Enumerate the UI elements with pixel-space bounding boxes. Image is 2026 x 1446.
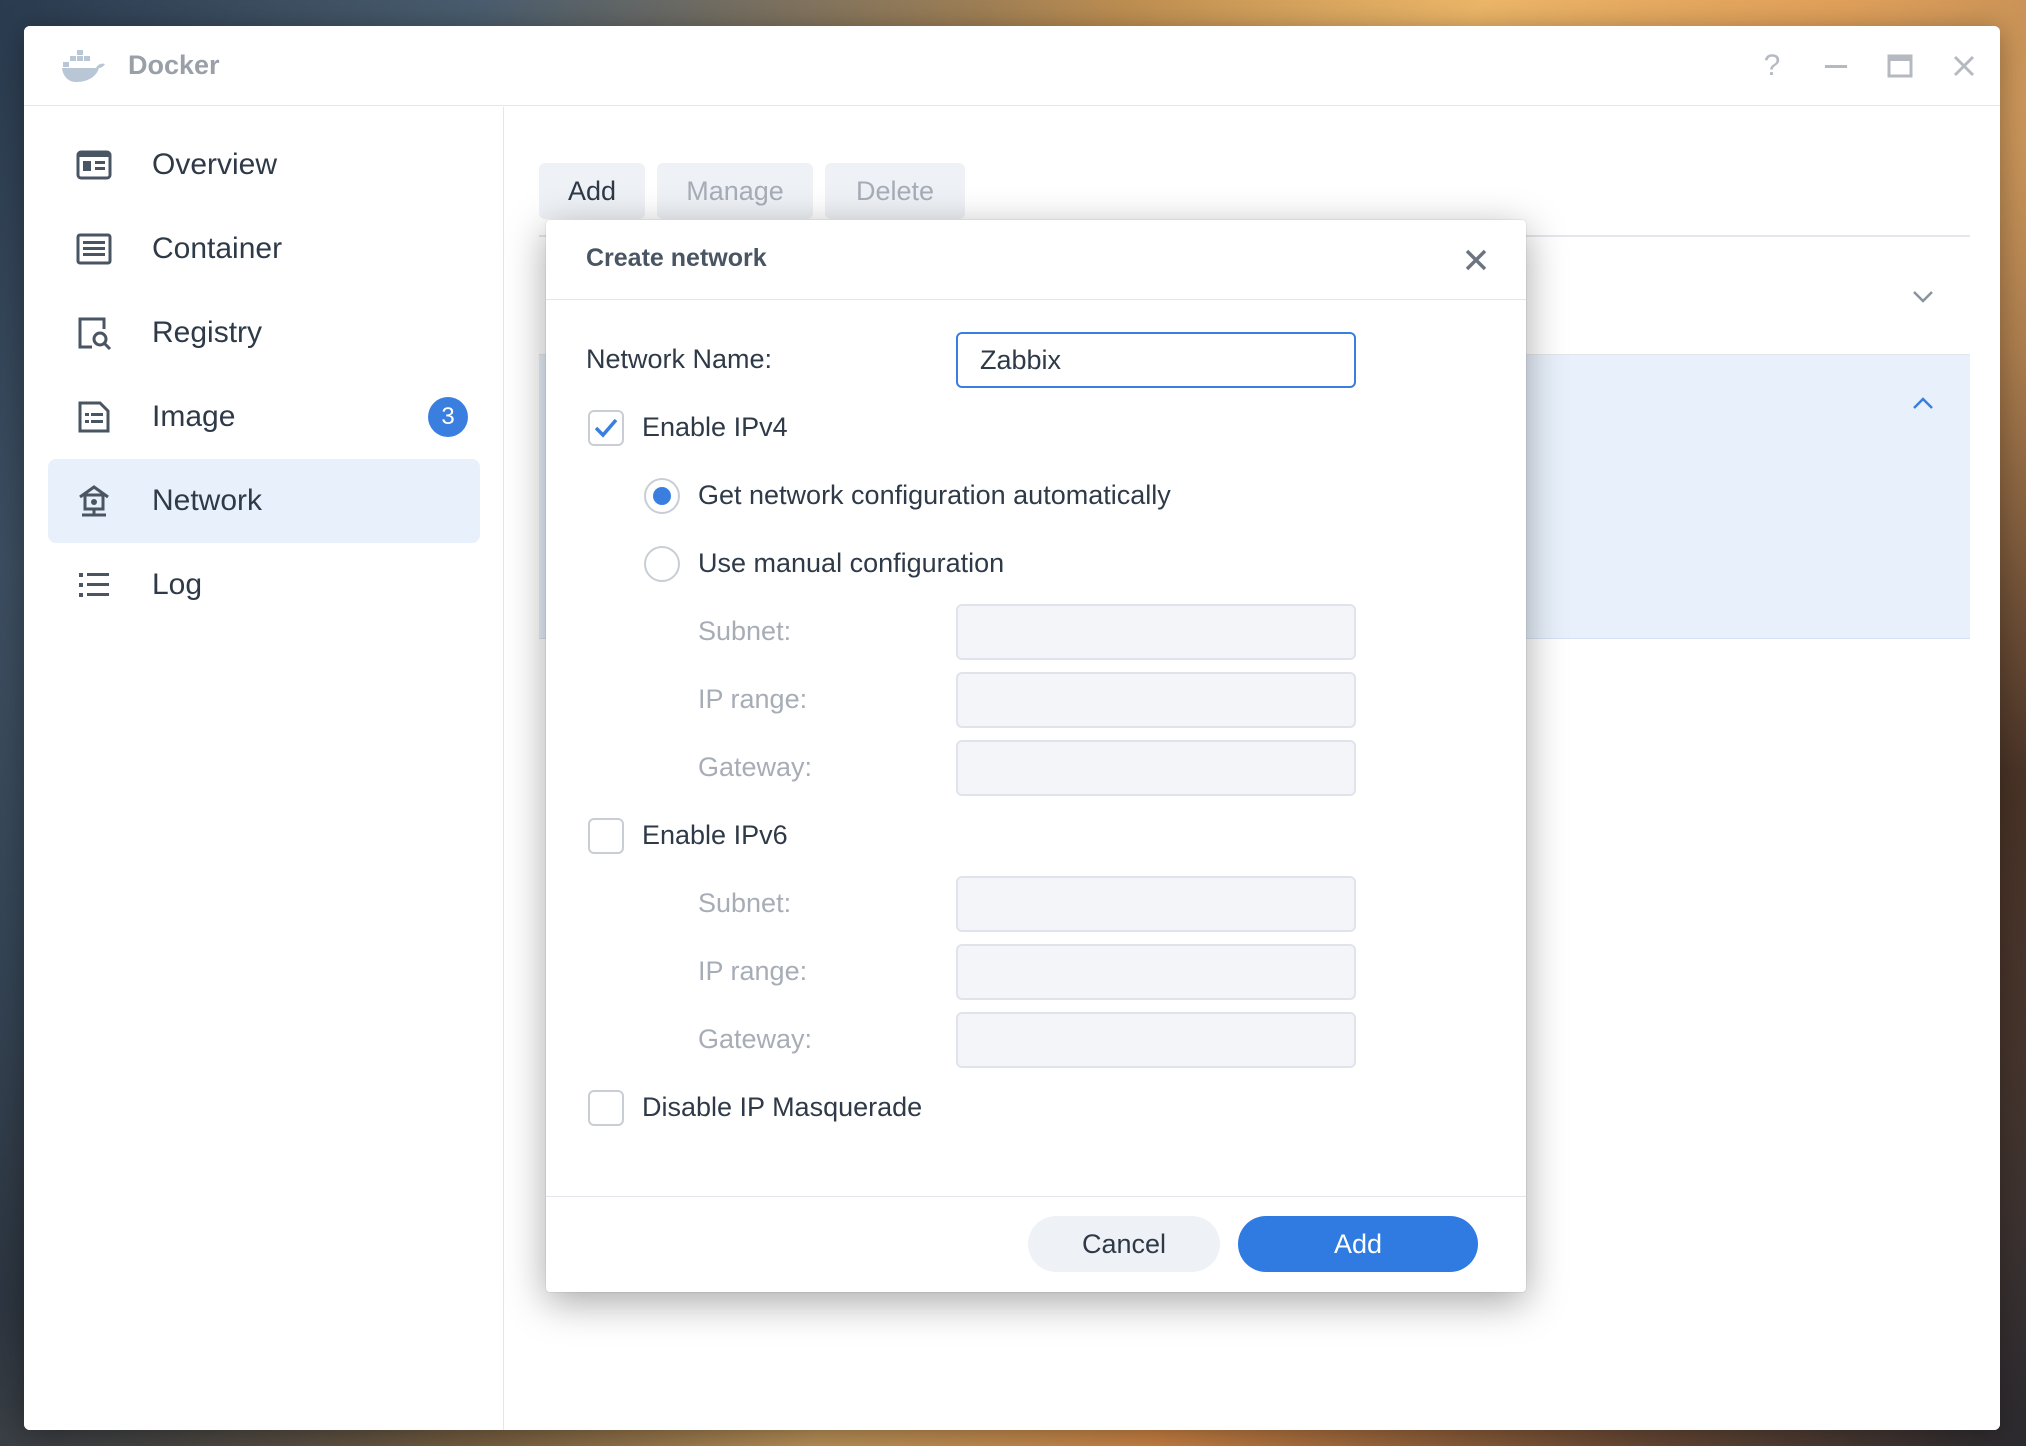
- ipv6-ip-range-input[interactable]: [956, 944, 1356, 1000]
- overview-icon: [76, 150, 112, 180]
- ipv6-ip-range-label: IP range:: [698, 956, 808, 986]
- add-button[interactable]: Add: [1238, 1216, 1478, 1272]
- maximize-glyph: [1887, 54, 1913, 78]
- title-bar: Docker ?: [24, 26, 2000, 106]
- ipv4-ip-range-label: IP range:: [698, 684, 808, 714]
- sidebar-item-network[interactable]: Network: [48, 459, 480, 543]
- app-title: Docker: [128, 50, 220, 80]
- ipv6-subnet-input[interactable]: [956, 876, 1356, 932]
- minimize-icon[interactable]: [1814, 44, 1858, 88]
- enable-ipv6-checkbox[interactable]: [588, 818, 624, 854]
- ipv4-gateway-input[interactable]: [956, 740, 1356, 796]
- toolbar-delete-button[interactable]: Delete: [825, 163, 965, 219]
- sidebar-item-label: Image: [152, 400, 236, 433]
- ipv6-subnet-label: Subnet:: [698, 888, 792, 918]
- sidebar-item-label: Registry: [152, 316, 263, 349]
- sidebar-item-label: Network: [152, 484, 263, 517]
- ipv4-subnet-label: Subnet:: [698, 616, 792, 646]
- manual-config-label: Use manual configuration: [698, 548, 1005, 578]
- sidebar-item-image[interactable]: Image 3: [48, 375, 480, 459]
- ipv6-gateway-label: Gateway:: [698, 1024, 813, 1054]
- auto-config-label: Get network configuration automatically: [698, 480, 1171, 510]
- dialog-footer-divider: [546, 1196, 1526, 1197]
- manual-config-radio[interactable]: [644, 546, 680, 582]
- network-name-label: Network Name:: [586, 344, 773, 374]
- sidebar-item-container[interactable]: Container: [48, 207, 480, 291]
- registry-icon: [78, 317, 112, 351]
- image-icon: [78, 401, 110, 433]
- close-icon[interactable]: [1456, 240, 1496, 280]
- ipv6-gateway-input[interactable]: [956, 1012, 1356, 1068]
- cancel-button[interactable]: Cancel: [1028, 1216, 1220, 1272]
- log-icon: [79, 573, 109, 597]
- checkmark-icon: [594, 418, 618, 438]
- help-icon[interactable]: ?: [1750, 44, 1794, 88]
- container-icon: [76, 233, 112, 265]
- create-network-dialog: Create network Network Name: Enable IPv4…: [546, 220, 1526, 1292]
- disable-masquerade-label: Disable IP Masquerade: [642, 1092, 923, 1122]
- sidebar-item-overview[interactable]: Overview: [48, 123, 480, 207]
- chevron-down-icon[interactable]: [1910, 283, 1936, 309]
- disable-masquerade-checkbox[interactable]: [588, 1090, 624, 1126]
- ipv4-subnet-input[interactable]: [956, 604, 1356, 660]
- network-name-input[interactable]: [956, 332, 1356, 388]
- minimize-glyph: [1825, 65, 1847, 68]
- sidebar-item-label: Log: [152, 568, 203, 601]
- enable-ipv6-label: Enable IPv6: [642, 820, 788, 850]
- sidebar-item-label: Overview: [152, 148, 278, 181]
- toolbar-add-button[interactable]: Add: [539, 163, 645, 219]
- docker-whale-icon: [62, 50, 105, 82]
- network-icon: [79, 485, 109, 517]
- docker-window: Docker ? Overview Container Registry Ima…: [24, 26, 2000, 1430]
- auto-config-radio[interactable]: [644, 478, 680, 514]
- dialog-title: Create network: [586, 244, 767, 272]
- close-window-icon[interactable]: [1942, 44, 1986, 88]
- maximize-icon[interactable]: [1878, 44, 1922, 88]
- toolbar-manage-button[interactable]: Manage: [657, 163, 813, 219]
- chevron-up-icon[interactable]: [1910, 391, 1936, 417]
- enable-ipv4-checkbox[interactable]: [588, 410, 624, 446]
- close-glyph: [1953, 55, 1975, 77]
- sidebar-item-registry[interactable]: Registry: [48, 291, 480, 375]
- enable-ipv4-label: Enable IPv4: [642, 412, 788, 442]
- ipv4-gateway-label: Gateway:: [698, 752, 813, 782]
- sidebar: Overview Container Registry Image 3 Netw…: [24, 107, 504, 1430]
- image-count-badge: 3: [428, 397, 468, 437]
- ipv4-ip-range-input[interactable]: [956, 672, 1356, 728]
- sidebar-item-log[interactable]: Log: [48, 543, 480, 627]
- sidebar-item-label: Container: [152, 232, 283, 265]
- dialog-header: Create network: [546, 220, 1526, 300]
